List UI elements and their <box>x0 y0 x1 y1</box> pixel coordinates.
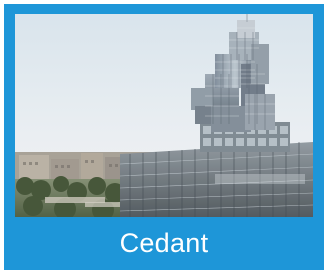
cedant-tile[interactable]: Cedant <box>4 4 324 270</box>
building-photo-icon <box>15 14 313 217</box>
building-photo <box>15 14 313 217</box>
tile-caption: Cedant <box>119 228 209 258</box>
